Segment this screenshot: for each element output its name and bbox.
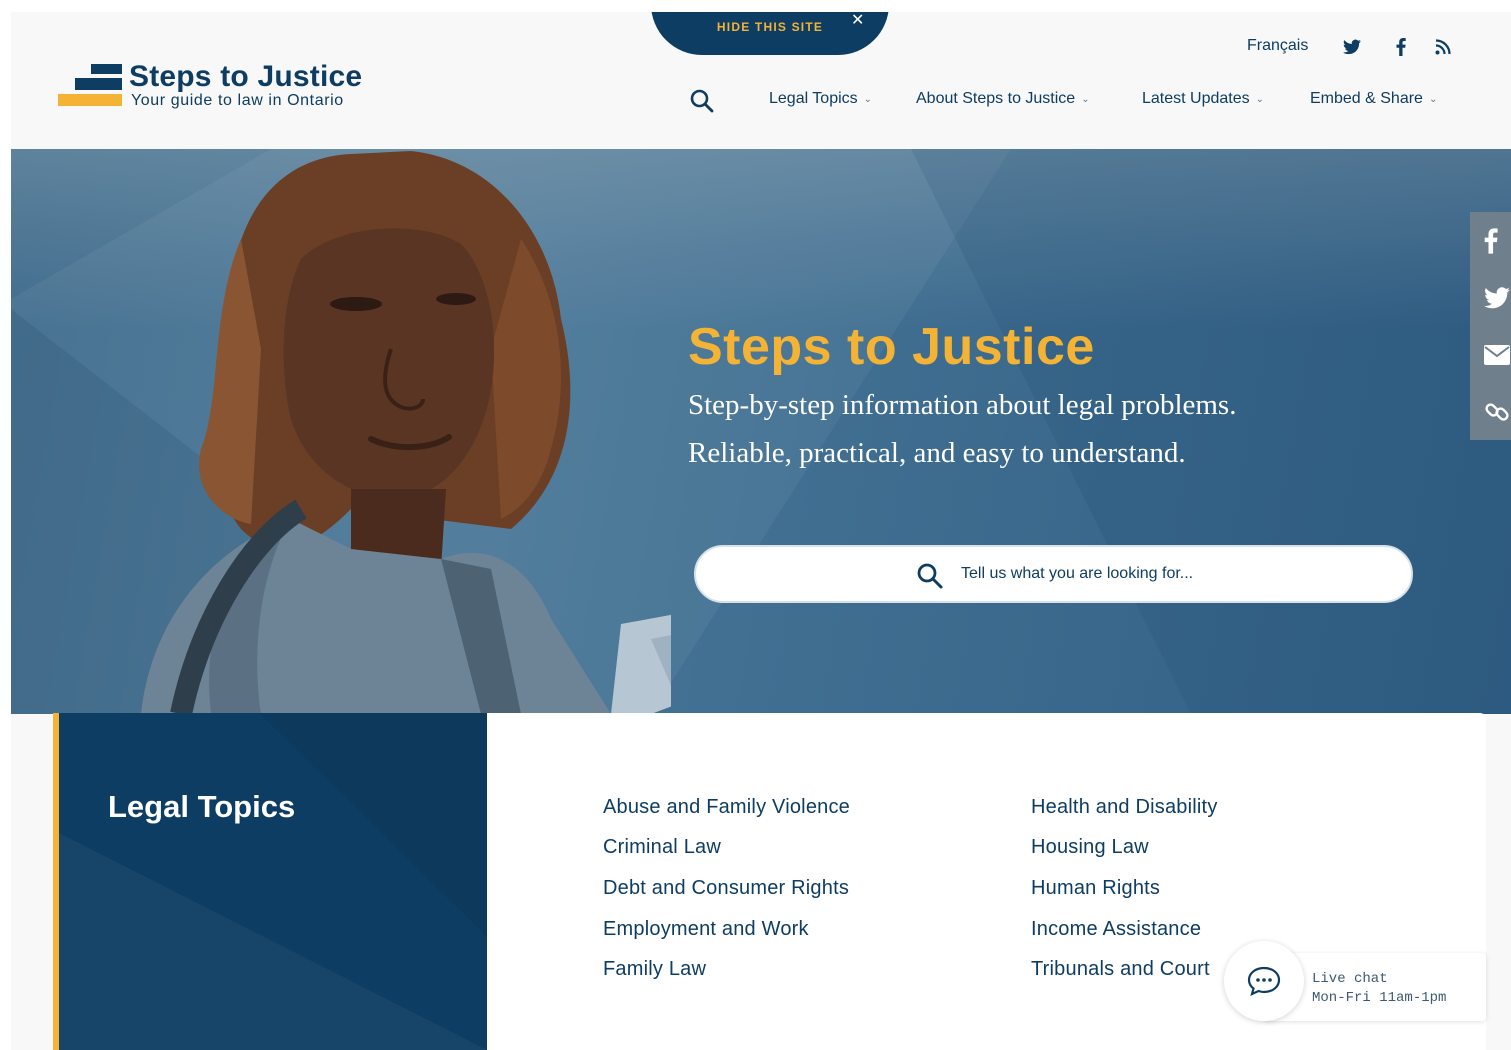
nav-search-icon[interactable]	[689, 88, 715, 114]
site-header: Steps to Justice Your guide to law in On…	[11, 12, 1511, 149]
chevron-down-icon: ⌄	[1255, 93, 1265, 105]
search-icon[interactable]	[916, 562, 944, 590]
nav-about[interactable]: About Steps to Justice ⌄	[916, 90, 1090, 108]
live-chat-hours: Mon-Fri 11am-1pm	[1312, 990, 1447, 1006]
email-icon	[1484, 344, 1510, 365]
nav-legal-topics-label: Legal Topics	[769, 90, 858, 107]
topic-link[interactable]: Debt and Consumer Rights	[603, 877, 849, 900]
share-sidebar	[1470, 212, 1511, 440]
topic-link[interactable]: Abuse and Family Violence	[603, 796, 850, 819]
language-link[interactable]: Français	[1247, 37, 1308, 55]
hero-banner: Steps to Justice Step-by-step informatio…	[11, 149, 1511, 714]
logo-title: Steps to Justice	[129, 60, 363, 93]
legal-topics-heading: Legal Topics	[108, 789, 296, 824]
rss-icon[interactable]	[1431, 35, 1455, 59]
hero-title: Steps to Justice	[688, 318, 1095, 376]
hero-search-box[interactable]	[694, 545, 1413, 603]
topic-link[interactable]: Family Law	[603, 958, 706, 981]
link-icon	[1485, 402, 1509, 421]
topic-link[interactable]: Employment and Work	[603, 918, 809, 941]
legal-topics-sidebar: Legal Topics	[53, 713, 487, 1050]
share-email-button[interactable]	[1470, 326, 1511, 383]
nav-embed-share[interactable]: Embed & Share ⌄	[1310, 90, 1437, 108]
topic-link[interactable]: Criminal Law	[603, 836, 721, 859]
nav-latest-updates[interactable]: Latest Updates ⌄	[1142, 90, 1264, 108]
live-chat-widget[interactable]: Live chat Mon-Fri 11am-1pm	[1224, 941, 1486, 1023]
site-logo[interactable]: Steps to Justice Your guide to law in On…	[58, 60, 378, 112]
nav-latest-updates-label: Latest Updates	[1142, 90, 1250, 107]
topics-background-shapes	[59, 713, 487, 1050]
hide-this-site-button[interactable]: HIDE THIS SITE ✕	[651, 12, 889, 55]
page: Steps to Justice Your guide to law in On…	[11, 12, 1511, 1050]
hero-tagline-1: Step-by-step information about legal pro…	[688, 389, 1237, 421]
nav-about-label: About Steps to Justice	[916, 90, 1076, 107]
nav-legal-topics[interactable]: Legal Topics ⌄	[769, 90, 872, 108]
chevron-down-icon: ⌄	[863, 93, 873, 105]
hero-tagline-2: Reliable, practical, and easy to underst…	[688, 437, 1186, 469]
logo-steps-icon	[58, 64, 122, 106]
live-chat-title: Live chat	[1312, 971, 1388, 987]
topic-link[interactable]: Tribunals and Court	[1031, 958, 1210, 981]
topic-link[interactable]: Income Assistance	[1031, 918, 1201, 941]
facebook-icon	[1484, 227, 1498, 254]
chevron-down-icon: ⌄	[1428, 93, 1438, 105]
facebook-icon[interactable]	[1389, 35, 1413, 59]
topic-link[interactable]: Housing Law	[1031, 836, 1149, 859]
close-icon[interactable]: ✕	[851, 12, 864, 30]
hero-person-image	[141, 151, 671, 714]
twitter-icon	[1484, 286, 1510, 308]
share-twitter-button[interactable]	[1470, 269, 1511, 326]
twitter-icon[interactable]	[1340, 35, 1364, 59]
share-facebook-button[interactable]	[1470, 212, 1511, 269]
topic-link[interactable]: Health and Disability	[1031, 796, 1218, 819]
nav-embed-share-label: Embed & Share	[1310, 90, 1423, 107]
share-link-button[interactable]	[1470, 383, 1511, 440]
logo-subtitle: Your guide to law in Ontario	[131, 92, 344, 109]
chevron-down-icon: ⌄	[1081, 93, 1090, 105]
topic-link[interactable]: Human Rights	[1031, 877, 1160, 900]
hero-search-input[interactable]	[961, 547, 1381, 601]
chat-bubble-icon[interactable]	[1224, 941, 1304, 1021]
